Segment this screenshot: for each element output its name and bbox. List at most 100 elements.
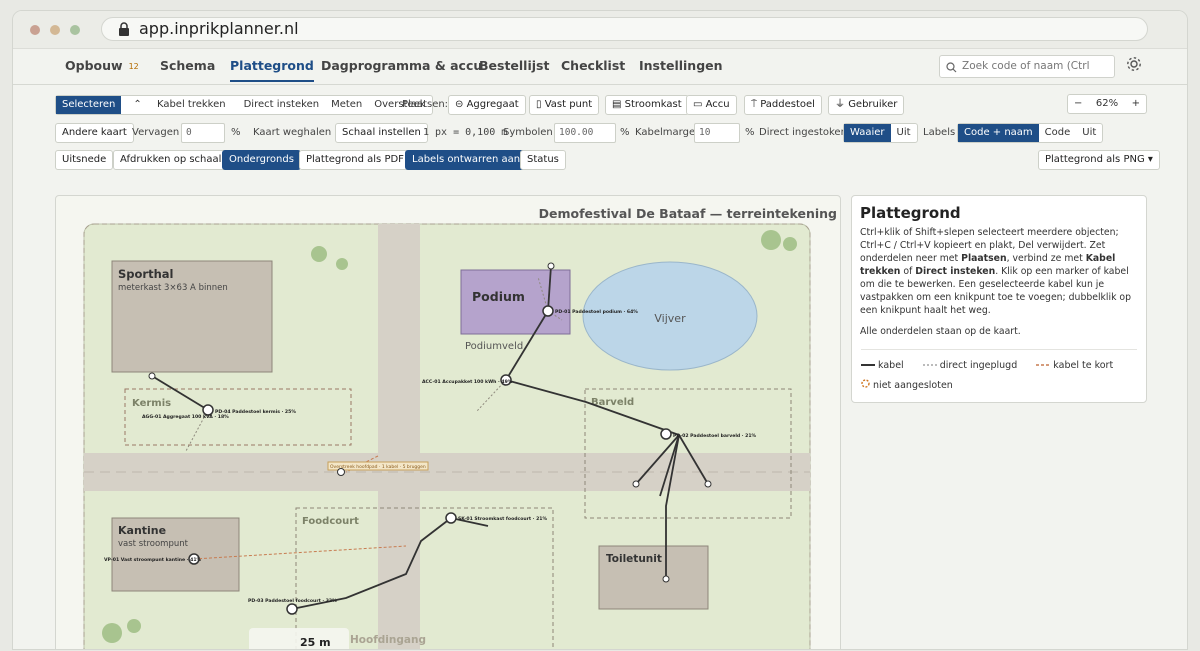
cable-icon: ⌃: [133, 99, 145, 110]
vastpunt-icon: ▯: [536, 99, 545, 110]
mode-select-button[interactable]: Selecteren: [56, 96, 122, 114]
place-vastpunt-button[interactable]: ▯ Vast punt: [529, 95, 600, 115]
battery-icon: ▭: [693, 99, 706, 110]
plug-icon: ⏚: [835, 99, 849, 110]
place-stroomkast-button[interactable]: ▤ Stroomkast: [605, 95, 689, 115]
info-panel: Plattegrond Ctrl+klik of Shift+slepen se…: [851, 195, 1147, 403]
symbols-input[interactable]: 100.00: [554, 123, 616, 143]
other-map-button[interactable]: Andere kaart: [55, 123, 134, 143]
hoofdingang-name: Hoofdingang: [350, 634, 426, 646]
cable-line-icon: [861, 364, 875, 366]
plug-icon: [547, 262, 555, 270]
podium-name: Podium: [472, 289, 525, 304]
vijver-name: Vijver: [654, 312, 686, 325]
zoom-out-button[interactable]: −: [1068, 95, 1088, 113]
labels-label: Labels: [923, 127, 956, 138]
foodcourt-name: Foodcourt: [302, 516, 359, 527]
stroomkast-icon: [445, 512, 457, 524]
node-label: ACC-01 Accupakket 100 kWh · 49%: [422, 379, 513, 385]
cable-margin-input[interactable]: 10: [694, 123, 740, 143]
legend-short: kabel te kort: [1036, 360, 1121, 371]
search-input[interactable]: Zoek code of naam (Ctrl: [939, 55, 1115, 78]
sporthal-sub: meterkast 3×63 A binnen: [118, 283, 228, 293]
export-png-button[interactable]: Plattegrond als PNG ▾: [1038, 150, 1160, 170]
symbols-pct: %: [620, 127, 630, 138]
browser-window: app.inprikplanner.nl Opbouw 12 Schema Pla…: [12, 10, 1188, 650]
direct-label: Direct ingestoken: [759, 127, 847, 138]
fade-input[interactable]: 0: [181, 123, 225, 143]
place-accu-button[interactable]: ▭ Accu: [686, 95, 737, 115]
aggregaat-icon: ⊝: [455, 99, 467, 110]
labels-code-button[interactable]: Code: [1039, 124, 1077, 142]
maximize-dot-icon[interactable]: [70, 25, 80, 35]
tree-icon: [311, 246, 327, 262]
underground-button[interactable]: Ondergronds: [222, 150, 301, 170]
uitsnede-button[interactable]: Uitsnede: [55, 150, 114, 170]
mode-cable-button[interactable]: ⌃ Kabel trekken: [121, 96, 237, 114]
tree-icon: [783, 237, 797, 251]
legend-direct: direct ingeplugd: [922, 360, 1026, 371]
zoom-control: − 62% +: [1067, 94, 1147, 114]
tree-icon: [102, 623, 122, 643]
node-label: PD-03 Paddestoel foodcourt · 32%: [248, 598, 337, 604]
tab-opbouw[interactable]: Opbouw 12: [65, 58, 139, 73]
paddestoel-icon: [286, 603, 298, 615]
tab-instellingen[interactable]: Instellingen: [639, 58, 723, 73]
node-label: PD-02 Paddestoel barveld · 21%: [673, 433, 757, 439]
mode-measure-button[interactable]: Meten: [325, 96, 368, 114]
path-vertical: [378, 224, 420, 649]
zoom-in-button[interactable]: +: [1126, 95, 1146, 113]
map-canvas[interactable]: Demofestival De Bataaf — terreintekening…: [55, 195, 841, 649]
direct-line-icon: [922, 364, 937, 366]
main-nav: Opbouw 12 Schema Plattegrond Dagprogramma…: [13, 49, 1187, 85]
tree-icon: [761, 230, 781, 250]
gear-icon[interactable]: [1125, 55, 1143, 73]
podiumveld-name: Podiumveld: [465, 341, 523, 352]
paddestoel-icon: [542, 305, 554, 317]
tab-checklist[interactable]: Checklist: [561, 58, 625, 73]
paddestoel-icon: [660, 428, 672, 440]
export-pdf-button[interactable]: Plattegrond als PDF: [299, 150, 411, 170]
panel-title: Plattegrond: [860, 204, 961, 222]
direct-waaier-button[interactable]: Waaier: [844, 124, 891, 142]
print-scale-button[interactable]: Afdrukken op schaal: [113, 150, 229, 170]
status-button[interactable]: Status: [520, 150, 566, 170]
cable-margin-pct: %: [745, 127, 755, 138]
tree-icon: [127, 619, 141, 633]
unconnected-icon: [861, 379, 870, 388]
legend-cable: kabel: [861, 360, 912, 371]
tab-dagprogramma[interactable]: Dagprogramma & accu: [321, 58, 482, 73]
direct-uit-button[interactable]: Uit: [891, 124, 917, 142]
close-dot-icon[interactable]: [30, 25, 40, 35]
remove-map-link[interactable]: Kaart weghalen: [253, 127, 331, 138]
fade-label: Vervagen: [132, 127, 180, 138]
sporthal-name: Sporthal: [118, 267, 173, 281]
stroomkast-icon: ▤: [612, 99, 625, 110]
place-gebruiker-button[interactable]: ⏚ Gebruiker: [828, 95, 905, 115]
labels-codenaam-button[interactable]: Code + naam: [958, 124, 1039, 142]
search-icon: [946, 62, 957, 73]
mode-selector: Selecteren ⌃ Kabel trekken Direct instek…: [55, 95, 433, 115]
tab-bestellijst[interactable]: Bestellijst: [479, 58, 549, 73]
fade-pct: %: [231, 127, 241, 138]
tab-schema[interactable]: Schema: [160, 58, 215, 73]
place-aggregaat-button[interactable]: ⊝ Aggregaat: [448, 95, 526, 115]
tab-plattegrond[interactable]: Plattegrond: [230, 58, 314, 82]
zoom-level: 62%: [1095, 98, 1119, 109]
mode-direct-button[interactable]: Direct insteken: [238, 96, 325, 114]
node-label: PD-01 Paddestoel podium · 64%: [555, 309, 638, 315]
scale-bar-box: [249, 628, 349, 649]
set-scale-button[interactable]: Schaal instellen: [335, 123, 428, 143]
kantine-name: Kantine: [118, 524, 166, 537]
labels-uit-button[interactable]: Uit: [1076, 124, 1102, 142]
symbols-label: Symbolen: [503, 127, 553, 138]
tab-badge: 12: [128, 62, 139, 71]
panel-help-text: Ctrl+klik of Shift+slepen selecteert mee…: [860, 227, 1132, 316]
panel-status-text: Alle onderdelen staan op de kaart.: [860, 326, 1021, 337]
place-label: Plaatsen:: [402, 99, 449, 110]
address-bar[interactable]: app.inprikplanner.nl: [101, 17, 1148, 41]
place-paddestoel-button[interactable]: ⍑ Paddestoel: [744, 95, 822, 115]
minimize-dot-icon[interactable]: [50, 25, 60, 35]
tree-icon: [336, 258, 348, 270]
untangle-labels-button[interactable]: Labels ontwarren aan: [405, 150, 528, 170]
